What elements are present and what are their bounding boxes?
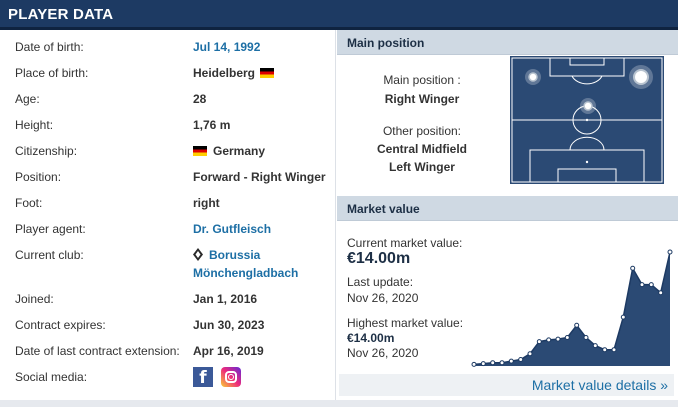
joined-label: Joined: xyxy=(15,292,54,306)
current-market-value: €14.00m xyxy=(347,250,411,267)
player-data-table: Date of birth: Jul 14, 1992 Place of bir… xyxy=(0,30,335,407)
right-column: Main position Main position : Right Wing… xyxy=(335,30,678,407)
left-winger-dot xyxy=(528,72,538,82)
contract-expires-label: Contract expires: xyxy=(15,318,106,332)
right-winger-dot xyxy=(633,69,649,85)
germany-flag-icon xyxy=(260,68,275,78)
position-value: Forward - Right Winger xyxy=(193,170,326,184)
main-position-heading: Main position xyxy=(347,36,425,50)
highest-market-value-label: Highest market value: xyxy=(347,316,464,330)
main-position-label: Main position : xyxy=(383,73,461,87)
market-value-details-link[interactable]: Market value details » xyxy=(532,377,668,393)
last-extension-value: Apr 16, 2019 xyxy=(193,344,264,358)
player-data-header: PLAYER DATA xyxy=(0,0,678,30)
place-of-birth-value: Heidelberg xyxy=(193,66,275,80)
player-agent-link[interactable]: Dr. Gutfleisch xyxy=(193,222,271,236)
market-value-point xyxy=(620,314,626,320)
market-value-point xyxy=(564,335,570,340)
header-title: PLAYER DATA xyxy=(8,6,114,23)
other-position-1: Central Midfield xyxy=(376,142,467,156)
market-value-point xyxy=(574,322,580,328)
citizenship-value: Germany xyxy=(193,144,265,158)
joined-value: Jan 1, 2016 xyxy=(193,292,258,306)
height-value: 1,76 m xyxy=(193,118,231,132)
place-of-birth-text: Heidelberg xyxy=(193,66,256,80)
market-value-point xyxy=(555,336,561,342)
market-value-point xyxy=(471,361,477,367)
age-label: Age: xyxy=(15,92,40,106)
date-of-birth-link[interactable]: Jul 14, 1992 xyxy=(193,40,260,54)
contract-expires-value: Jun 30, 2023 xyxy=(193,318,265,332)
citizenship-label: Citizenship: xyxy=(15,144,78,158)
central-midfield-dot xyxy=(583,101,593,111)
main-position-header: Main position xyxy=(337,30,678,55)
facebook-icon[interactable]: f xyxy=(193,367,213,388)
position-label: Position: xyxy=(15,170,62,184)
market-value-point xyxy=(546,337,552,343)
current-club-label: Current club: xyxy=(15,248,84,262)
player-agent-label: Player agent: xyxy=(15,222,86,236)
market-value-chart[interactable] xyxy=(470,242,674,370)
height-label: Height: xyxy=(15,118,54,132)
club-link-line2[interactable]: Mönchengladbach xyxy=(193,266,298,280)
market-value-point xyxy=(630,265,636,271)
market-value-point xyxy=(583,335,589,340)
club-link-line1[interactable]: Borussia xyxy=(209,248,260,262)
market-value-point xyxy=(518,357,524,362)
market-value-point xyxy=(667,249,673,255)
current-market-value-label: Current market value: xyxy=(347,236,463,250)
market-value-header: Market value xyxy=(337,196,678,221)
other-position-2: Left Winger xyxy=(389,160,455,174)
market-value-point xyxy=(490,360,496,366)
main-position-value: Right Winger xyxy=(384,92,460,106)
foot-value: right xyxy=(193,196,220,210)
last-update-value: Nov 26, 2020 xyxy=(347,291,419,305)
market-value-point xyxy=(658,290,664,296)
last-update-label: Last update: xyxy=(347,275,414,289)
club-crest-icon xyxy=(193,248,203,261)
highest-market-value-date: Nov 26, 2020 xyxy=(347,346,419,360)
market-value-point xyxy=(499,360,505,366)
market-value-point xyxy=(602,347,608,353)
highest-market-value: €14.00m xyxy=(347,331,395,345)
market-value-heading: Market value xyxy=(347,202,420,216)
market-value-point xyxy=(536,339,542,345)
pitch-diagram xyxy=(510,56,664,184)
age-value: 28 xyxy=(193,92,207,106)
citizenship-text: Germany xyxy=(213,144,266,158)
current-club-value: Borussia xyxy=(193,248,260,262)
market-value-footer: Market value details » xyxy=(339,374,674,396)
market-value-point xyxy=(592,343,598,349)
social-media-label: Social media: xyxy=(15,370,88,384)
last-extension-label: Date of last contract extension: xyxy=(15,344,180,358)
date-of-birth-label: Date of birth: xyxy=(15,40,84,54)
market-value-point xyxy=(648,282,654,288)
market-value-point xyxy=(611,347,617,353)
market-value-area xyxy=(474,252,670,366)
foot-label: Foot: xyxy=(15,196,43,210)
germany-flag-icon xyxy=(193,146,207,156)
market-value-point xyxy=(527,351,533,357)
market-value-point xyxy=(639,282,645,288)
market-value-point xyxy=(508,358,514,364)
bottom-strip xyxy=(0,400,678,407)
instagram-icon[interactable] xyxy=(221,367,241,387)
place-of-birth-label: Place of birth: xyxy=(15,66,89,80)
other-position-label: Other position: xyxy=(382,124,462,138)
market-value-point xyxy=(480,361,486,367)
